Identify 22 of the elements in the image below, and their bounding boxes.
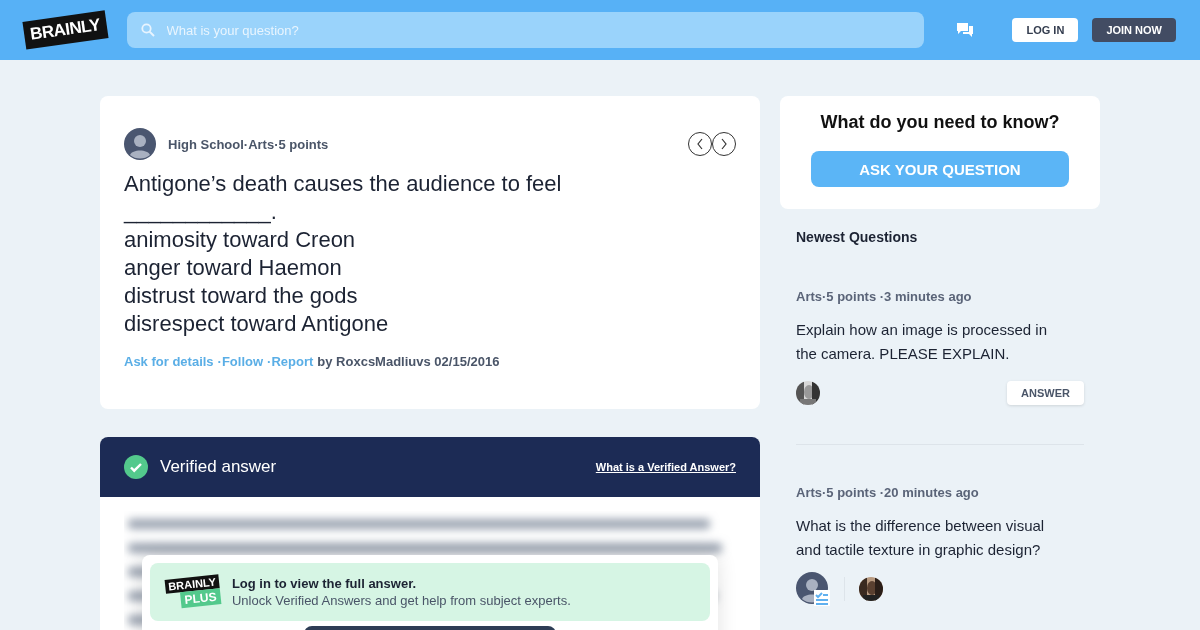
answer-option: distrust toward the gods <box>124 282 358 310</box>
question-text[interactable]: Explain how an image is processed in the camera. PLEASE EXPLAIN. <box>796 318 1071 366</box>
question-text[interactable]: What is the difference between visual and tactile texture in graphic design? <box>796 514 1071 562</box>
answer-button[interactable]: ANSWER <box>1007 381 1084 405</box>
answer-option: anger toward Haemon <box>124 254 342 282</box>
question-meta: Arts·5 points ·3 minutes ago <box>796 289 972 304</box>
question-text: Antigone’s death causes the audience to feel ____________. <box>124 170 563 226</box>
answer-option: disrespect toward Antigone <box>124 310 389 338</box>
question-meta: High School·Arts·5 points <box>168 136 329 152</box>
help-link[interactable]: What is a Verified Answer? <box>595 461 736 473</box>
section-heading: Newest Questions <box>796 229 919 245</box>
ask-heading: What do you need to know? <box>820 112 1060 133</box>
author-byline: by RoxcsMadliuvs 02/15/2016 <box>317 354 500 369</box>
search-field[interactable]: What is your question? <box>126 12 925 48</box>
promo-heading: Log in to view the full answer. <box>231 576 418 591</box>
promo-text: Unlock Verified Answers and get help from subject experts. <box>231 593 571 608</box>
join-button[interactable]: JOIN NOW <box>1092 18 1176 42</box>
answer-option: animosity toward Creon <box>124 226 356 254</box>
login-button[interactable]: LOG IN <box>1012 18 1079 42</box>
brainly-logo[interactable]: BRAINLY <box>22 10 109 50</box>
verified-title: Verified answer <box>160 457 278 477</box>
question-meta: Arts·5 points ·20 minutes ago <box>796 485 979 500</box>
